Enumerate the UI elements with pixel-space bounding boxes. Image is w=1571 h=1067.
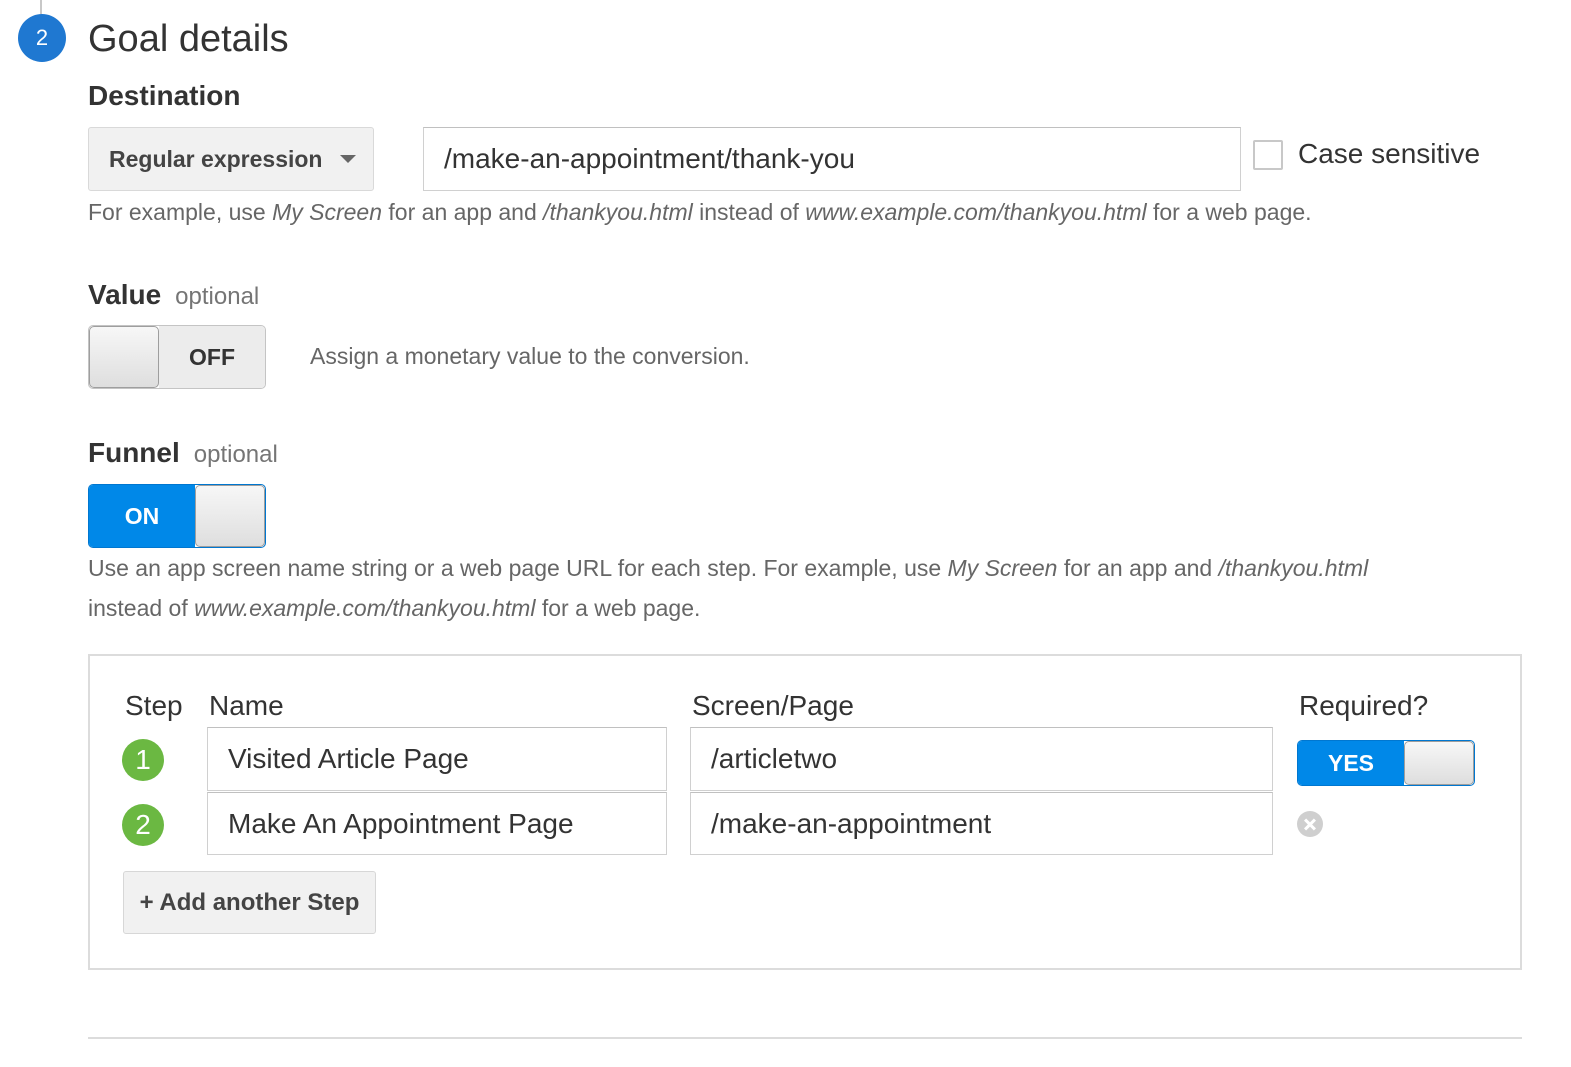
add-step-button[interactable]: + Add another Step: [123, 871, 376, 934]
column-header-step: Step: [125, 690, 183, 721]
help-text-part: for an app and: [1057, 555, 1219, 581]
help-text-part: instead of: [692, 199, 806, 225]
help-text-part: For example, use: [88, 199, 273, 225]
column-header-screen: Screen/Page: [692, 690, 854, 721]
step-connector-line: [40, 0, 42, 14]
funnel-label: Funnel: [88, 437, 180, 468]
help-text-part: instead of: [88, 595, 195, 621]
help-text-part: for an app and: [382, 199, 544, 225]
toggle-knob: [89, 326, 159, 388]
help-text-example: www.example.com/thankyou.html: [194, 595, 536, 621]
remove-step-icon[interactable]: [1297, 811, 1323, 837]
step-required-toggle[interactable]: YES: [1297, 740, 1475, 786]
value-optional-label: optional: [175, 283, 260, 310]
help-text-example: /thankyou.html: [543, 199, 693, 225]
step-screen-input[interactable]: /articletwo: [690, 727, 1273, 791]
column-header-required: Required?: [1299, 690, 1429, 721]
value-label-row: Value optional: [88, 279, 259, 311]
help-text-part: for a web page.: [1146, 199, 1312, 225]
required-toggle-state: YES: [1298, 741, 1404, 785]
destination-label: Destination: [88, 80, 241, 111]
help-text-example: /thankyou.html: [1218, 555, 1369, 581]
match-type-value: Regular expression: [109, 145, 323, 172]
help-text-part: for a web page.: [535, 595, 701, 621]
goal-details-page: 2 Goal details Destination Regular expre…: [0, 0, 1571, 1067]
value-toggle-state: OFF: [159, 326, 265, 388]
section-step-badge: 2: [18, 14, 66, 62]
help-text-part: Use an app screen name string or a web p…: [88, 555, 948, 581]
section-divider: [88, 1037, 1522, 1039]
toggle-knob: [1404, 741, 1474, 785]
step-name-input[interactable]: Visited Article Page: [207, 727, 667, 791]
value-toggle[interactable]: OFF: [88, 325, 266, 389]
funnel-toggle-state: ON: [89, 485, 195, 547]
help-text-example: My Screen: [272, 199, 383, 225]
caret-down-icon: [340, 155, 357, 163]
case-sensitive-checkbox[interactable]: [1253, 140, 1283, 170]
step-number-badge: 1: [122, 739, 164, 781]
value-label: Value: [88, 279, 162, 310]
toggle-knob: [195, 485, 265, 547]
help-text-example: www.example.com/thankyou.html: [805, 199, 1147, 225]
funnel-toggle[interactable]: ON: [88, 484, 266, 548]
step-number-badge: 2: [122, 804, 164, 846]
step-name-input[interactable]: Make An Appointment Page: [207, 792, 667, 855]
section-title: Goal details: [88, 18, 289, 60]
value-description: Assign a monetary value to the conversio…: [310, 343, 750, 369]
funnel-optional-label: optional: [193, 441, 278, 468]
step-screen-input[interactable]: /make-an-appointment: [690, 792, 1273, 855]
destination-input[interactable]: /make-an-appointment/thank-you: [423, 127, 1241, 191]
column-header-name: Name: [209, 690, 284, 721]
funnel-label-row: Funnel optional: [88, 437, 278, 469]
destination-help-text: For example, use My Screen for an app an…: [88, 192, 1312, 232]
case-sensitive-label: Case sensitive: [1298, 138, 1481, 169]
help-text-example: My Screen: [947, 555, 1058, 581]
funnel-help-text: Use an app screen name string or a web p…: [88, 548, 1528, 628]
match-type-dropdown[interactable]: Regular expression: [88, 127, 374, 191]
